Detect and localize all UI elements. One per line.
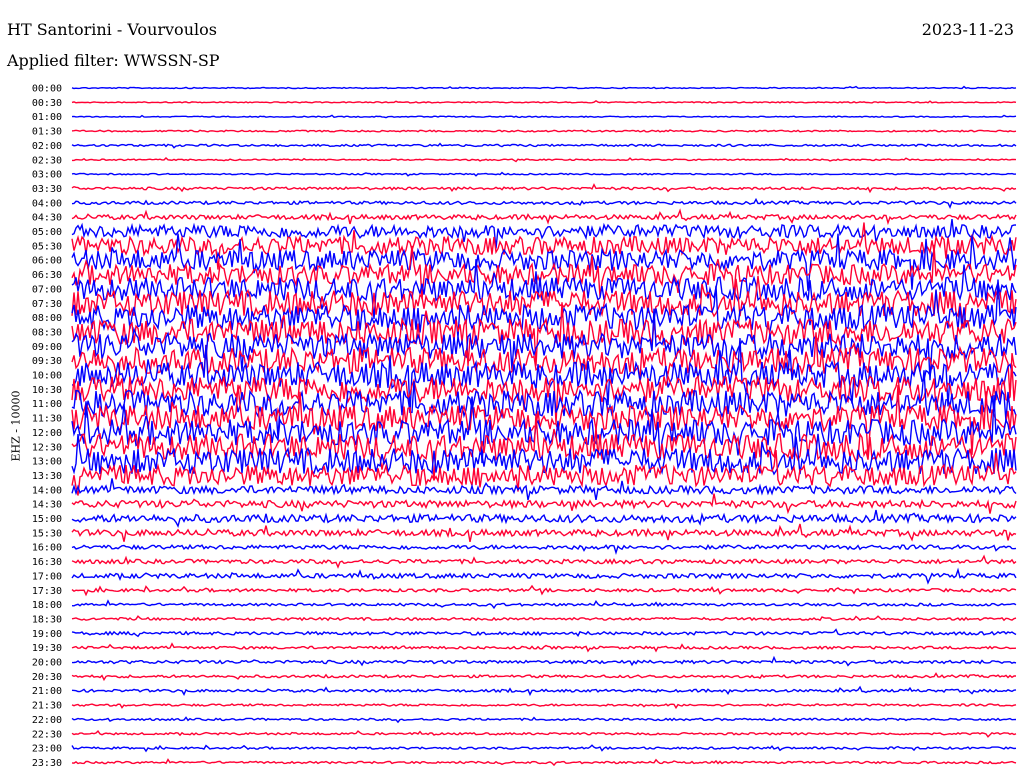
seismic-trace xyxy=(71,183,1017,194)
time-tick-label: 18:00 xyxy=(32,600,62,611)
time-tick-label: 15:00 xyxy=(32,514,62,525)
seismic-trace xyxy=(71,523,1017,543)
seismic-trace xyxy=(71,493,1017,515)
seismic-trace xyxy=(71,685,1017,697)
time-tick-label: 04:00 xyxy=(32,198,62,209)
seismic-trace xyxy=(71,628,1017,638)
time-tick-label: 07:30 xyxy=(32,299,62,310)
seismic-trace xyxy=(71,744,1017,753)
seismic-trace xyxy=(71,703,1017,710)
time-tick-label: 11:00 xyxy=(32,399,62,410)
time-tick-label: 20:30 xyxy=(32,672,62,683)
seismic-trace xyxy=(71,584,1017,597)
seismic-trace xyxy=(71,114,1017,119)
time-tick-label: 18:30 xyxy=(32,614,62,625)
seismic-trace xyxy=(71,129,1017,133)
time-tick-label: 02:00 xyxy=(32,141,62,152)
seismic-trace xyxy=(71,672,1016,682)
time-tick-label: 09:00 xyxy=(32,342,62,353)
seismic-trace xyxy=(71,716,1017,724)
time-tick-label: 14:00 xyxy=(32,485,62,496)
time-tick-label: 11:30 xyxy=(32,414,62,425)
time-tick-label: 05:30 xyxy=(32,241,62,252)
time-tick-label: 01:30 xyxy=(32,127,62,138)
seismic-trace xyxy=(71,642,1017,653)
time-tick-label: 03:30 xyxy=(32,184,62,195)
seismic-trace xyxy=(71,567,1017,585)
time-tick-label: 02:30 xyxy=(32,155,62,166)
seismic-trace xyxy=(71,171,1017,177)
time-tick-label: 13:30 xyxy=(32,471,62,482)
seismic-trace xyxy=(71,85,1017,90)
seismic-trace xyxy=(71,554,1017,569)
time-tick-label: 04:30 xyxy=(32,213,62,224)
time-tick-label: 16:00 xyxy=(32,543,62,554)
time-tick-label: 21:00 xyxy=(32,686,62,697)
time-tick-label: 17:00 xyxy=(32,571,62,582)
seismic-trace xyxy=(71,730,1017,738)
time-tick-label: 14:30 xyxy=(32,500,62,511)
time-tick-label: 20:00 xyxy=(32,658,62,669)
time-tick-label: 06:00 xyxy=(32,256,62,267)
time-tick-label: 10:00 xyxy=(32,371,62,382)
time-tick-label: 08:00 xyxy=(32,313,62,324)
time-tick-label: 00:30 xyxy=(32,98,62,109)
time-tick-label: 03:00 xyxy=(32,170,62,181)
time-tick-label: 12:00 xyxy=(32,428,62,439)
seismic-trace xyxy=(71,478,1017,501)
seismic-trace xyxy=(71,208,1017,226)
time-tick-label: 13:00 xyxy=(32,457,62,468)
time-tick-label: 15:30 xyxy=(32,528,62,539)
seismic-trace xyxy=(71,197,1017,209)
time-tick-label: 16:30 xyxy=(32,557,62,568)
time-tick-label: 17:30 xyxy=(32,586,62,597)
time-tick-label: 19:00 xyxy=(32,629,62,640)
time-tick-label: 22:30 xyxy=(32,729,62,740)
time-tick-label: 23:30 xyxy=(32,758,62,769)
seismic-trace xyxy=(71,758,1017,767)
seismic-trace xyxy=(71,655,1017,667)
time-tick-label: 22:00 xyxy=(32,715,62,726)
time-tick-label: 23:00 xyxy=(32,744,62,755)
time-tick-label: 19:30 xyxy=(32,643,62,654)
time-tick-label: 06:30 xyxy=(32,270,62,281)
time-tick-label: 00:00 xyxy=(32,84,62,95)
seismic-trace xyxy=(71,543,1017,555)
time-tick-label: 07:00 xyxy=(32,284,62,295)
time-tick-label: 10:30 xyxy=(32,385,62,396)
seismic-trace xyxy=(71,599,1017,610)
seismic-trace xyxy=(71,615,1017,622)
time-tick-label: 12:30 xyxy=(32,442,62,453)
time-tick-label: 01:00 xyxy=(32,112,62,123)
seismic-trace xyxy=(71,99,1017,104)
time-tick-label: 21:30 xyxy=(32,701,62,712)
helicorder-plot: 00:00 00:30 01:00 01:30 02:00 02:30 03:00 03:30… xyxy=(32,84,1017,769)
seismic-trace xyxy=(71,142,1017,149)
seismic-trace xyxy=(72,157,1017,163)
time-tick-label: 05:00 xyxy=(32,227,62,238)
seismic-trace xyxy=(71,509,1017,529)
time-tick-label: 08:30 xyxy=(32,327,62,338)
time-tick-label: 09:30 xyxy=(32,356,62,367)
